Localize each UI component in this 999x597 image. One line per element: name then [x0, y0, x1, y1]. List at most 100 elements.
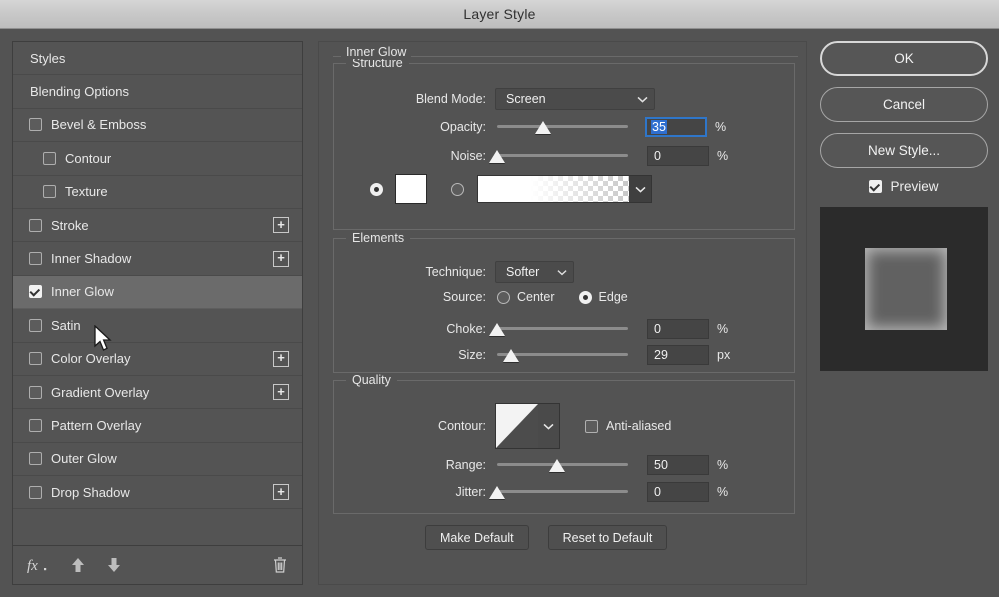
sidebar-item-label: Texture: [65, 184, 108, 200]
range-slider[interactable]: [497, 457, 628, 473]
range-unit: %: [717, 458, 729, 472]
size-row: Size: 29 px: [334, 345, 794, 365]
styles-list[interactable]: Styles Blending Options Bevel & Emboss Cont…: [13, 42, 302, 546]
preview-label: Preview: [890, 179, 939, 194]
glow-gradient-preview: [478, 176, 629, 202]
noise-slider[interactable]: [489, 148, 628, 164]
size-slider-knob[interactable]: [503, 349, 520, 362]
sidebar-item-label: Satin: [51, 317, 81, 333]
technique-label: Technique:: [425, 265, 486, 279]
sidebar-item-inner-glow[interactable]: Inner Glow: [13, 275, 302, 310]
source-center-radio[interactable]: [497, 290, 510, 304]
effect-checkbox[interactable]: [29, 118, 42, 132]
sidebar-item-gradient-overlay[interactable]: Gradient Overlay +: [13, 376, 302, 410]
sidebar-item-bevel-emboss[interactable]: Bevel & Emboss: [13, 109, 302, 143]
arrow-down-icon[interactable]: [107, 557, 121, 573]
jitter-slider[interactable]: [489, 484, 628, 500]
preview-checkbox[interactable]: [869, 180, 883, 193]
choke-slider[interactable]: [489, 321, 628, 337]
noise-slider-knob[interactable]: [489, 150, 505, 163]
effect-checkbox[interactable]: [29, 418, 42, 432]
opacity-input[interactable]: 35: [645, 117, 707, 137]
preview-shape: [865, 248, 947, 330]
sidebar-item-stroke[interactable]: Stroke +: [13, 209, 302, 243]
noise-input[interactable]: 0: [647, 146, 709, 166]
noise-unit: %: [717, 149, 729, 163]
add-effect-icon[interactable]: +: [273, 384, 289, 401]
anti-aliased-checkbox[interactable]: [585, 419, 598, 433]
sidebar-item-satin[interactable]: Satin: [13, 309, 302, 343]
fill-type-row: [370, 174, 652, 204]
elements-group: Elements Technique: Softer Source: Cente…: [333, 231, 795, 373]
effect-checkbox[interactable]: [29, 318, 42, 332]
sidebar-item-pattern-overlay[interactable]: Pattern Overlay: [13, 409, 302, 443]
sidebar-item-color-overlay[interactable]: Color Overlay +: [13, 343, 302, 376]
opacity-value: 35: [651, 120, 667, 134]
sidebar-item-label: Pattern Overlay: [51, 417, 142, 433]
effect-checkbox[interactable]: [29, 218, 42, 232]
range-row: Range: 50 %: [334, 455, 794, 475]
opacity-slider-knob[interactable]: [534, 121, 551, 134]
fx-icon[interactable]: fx: [27, 556, 49, 574]
size-input[interactable]: 29: [647, 345, 709, 365]
chevron-down-icon[interactable]: [538, 404, 559, 448]
sidebar-item-texture[interactable]: Texture: [13, 176, 302, 209]
gradient-fill-radio[interactable]: [451, 182, 464, 196]
choke-slider-knob[interactable]: [489, 323, 505, 336]
window-titlebar: Layer Style: [0, 0, 999, 29]
noise-label: Noise:: [450, 149, 486, 163]
effect-checkbox[interactable]: [29, 385, 42, 399]
opacity-slider[interactable]: [497, 119, 628, 135]
glow-color-swatch[interactable]: [395, 174, 427, 204]
sidebar-item-inner-shadow[interactable]: Inner Shadow +: [13, 242, 302, 276]
arrow-up-icon[interactable]: [71, 557, 85, 573]
jitter-input[interactable]: 0: [647, 482, 709, 502]
add-effect-icon[interactable]: +: [273, 484, 289, 501]
add-effect-icon[interactable]: +: [273, 250, 289, 267]
sidebar-item-outer-glow[interactable]: Outer Glow: [13, 443, 302, 477]
effect-checkbox[interactable]: [29, 485, 42, 499]
add-effect-icon[interactable]: +: [273, 217, 289, 234]
color-fill-radio[interactable]: [370, 182, 383, 196]
jitter-slider-knob[interactable]: [489, 486, 505, 499]
choke-slider-track: [497, 327, 628, 330]
reset-to-default-button[interactable]: Reset to Default: [547, 525, 668, 550]
styles-sidebar: Styles Blending Options Bevel & Emboss Cont…: [12, 41, 303, 585]
effect-checkbox[interactable]: [29, 452, 42, 466]
sidebar-item-blending-options[interactable]: Blending Options: [13, 75, 302, 109]
cancel-button[interactable]: Cancel: [820, 87, 988, 122]
effect-checkbox[interactable]: [29, 352, 42, 366]
sidebar-item-drop-shadow[interactable]: Drop Shadow +: [13, 476, 302, 510]
chevron-down-icon[interactable]: [629, 176, 651, 202]
effect-checkbox[interactable]: [43, 185, 56, 199]
technique-dropdown[interactable]: Softer: [495, 261, 574, 283]
contour-picker[interactable]: [495, 403, 560, 449]
trash-icon[interactable]: [272, 556, 288, 574]
glow-gradient-picker[interactable]: [477, 175, 652, 203]
structure-group: Structure Blend Mode: Screen Opacity: 35…: [333, 56, 795, 230]
blend-mode-dropdown[interactable]: Screen: [495, 88, 655, 110]
jitter-row: Jitter: 0 %: [334, 482, 794, 502]
range-input[interactable]: 50: [647, 455, 709, 475]
effect-checkbox[interactable]: [29, 285, 42, 299]
size-slider[interactable]: [497, 347, 628, 363]
choke-input[interactable]: 0: [647, 319, 709, 339]
chevron-down-icon: [637, 92, 648, 106]
range-slider-knob[interactable]: [549, 459, 566, 472]
sidebar-item-contour[interactable]: Contour: [13, 142, 302, 176]
effect-checkbox[interactable]: [43, 151, 56, 165]
effect-checkbox[interactable]: [29, 252, 42, 266]
preview-toggle[interactable]: Preview: [820, 179, 988, 194]
technique-value: Softer: [506, 265, 540, 279]
sidebar-item-styles[interactable]: Styles: [13, 42, 302, 76]
source-edge-radio[interactable]: [578, 290, 592, 304]
add-effect-icon[interactable]: +: [273, 350, 289, 367]
make-default-button[interactable]: Make Default: [425, 525, 529, 550]
jitter-label: Jitter:: [455, 485, 486, 499]
blend-mode-value: Screen: [506, 92, 546, 106]
sidebar-item-label: Blending Options: [30, 84, 130, 100]
quality-legend: Quality: [346, 373, 397, 387]
ok-button[interactable]: OK: [820, 41, 988, 76]
new-style-button[interactable]: New Style...: [820, 133, 988, 168]
source-edge-label: Edge: [598, 290, 628, 304]
